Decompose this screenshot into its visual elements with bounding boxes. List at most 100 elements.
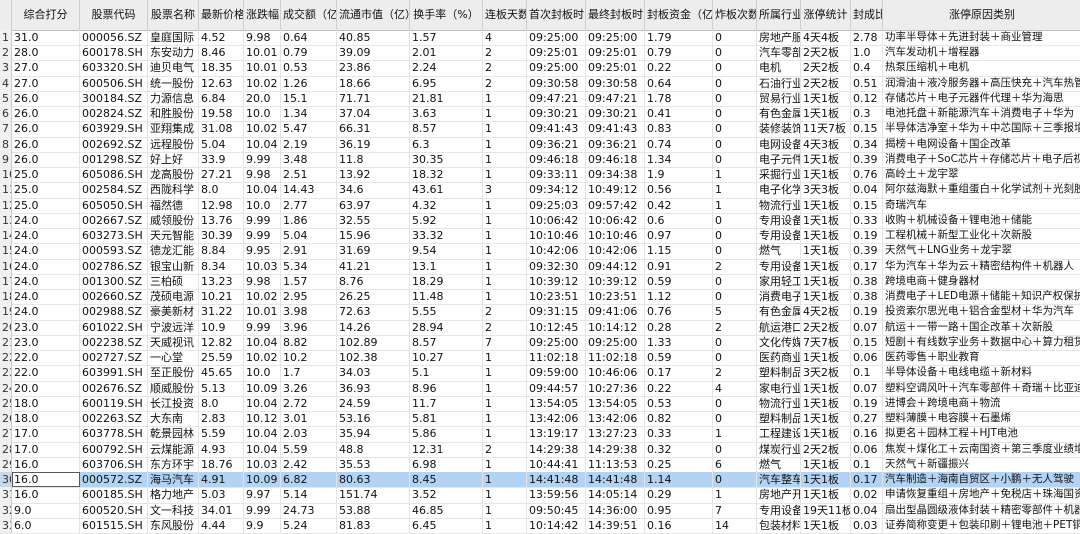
cell-burst[interactable]: 0 <box>713 273 757 290</box>
cell-stat[interactable]: 1天1板 <box>801 426 851 442</box>
cell-turnover[interactable]: 6.45 <box>410 517 483 533</box>
cell-first[interactable]: 09:31:15 <box>527 304 586 320</box>
cell-ratio[interactable]: 0.06 <box>851 350 883 366</box>
cell-mcap[interactable]: 14.26 <box>337 319 410 335</box>
cell-last[interactable]: 10:23:51 <box>586 289 645 305</box>
cell-last[interactable]: 09:41:43 <box>586 121 645 137</box>
cell-amt[interactable]: 2.95 <box>281 289 337 305</box>
cell-score[interactable]: 26.0 <box>12 121 80 137</box>
cell-days[interactable]: 2 <box>483 45 527 61</box>
cell-amt[interactable]: 3.01 <box>281 411 337 427</box>
cell-chg[interactable]: 10.04 <box>244 441 281 457</box>
cell-chg[interactable]: 10.04 <box>244 136 281 152</box>
cell-seal[interactable]: 1.14 <box>645 472 713 488</box>
cell-code[interactable]: 002988.SZ <box>80 304 148 320</box>
table-row[interactable]: 2023.0601022.SH宁波远洋10.99.993.9614.2628.9… <box>0 319 1080 336</box>
cell-first[interactable]: 13:42:06 <box>527 411 586 427</box>
column-header-name[interactable]: 股票名称 <box>148 0 199 30</box>
cell-mcap[interactable]: 71.71 <box>337 90 410 107</box>
cell-days[interactable]: 1 <box>483 456 527 473</box>
cell-ratio[interactable]: 0.07 <box>851 319 883 335</box>
cell-days[interactable]: 1 <box>483 136 527 152</box>
cell-name[interactable]: 宁波远洋 <box>148 319 199 335</box>
cell-name[interactable]: 长江投资 <box>148 395 199 412</box>
cell-mcap[interactable]: 66.31 <box>337 121 410 137</box>
cell-industry[interactable]: 专用设备 <box>757 502 801 518</box>
cell-score[interactable]: 26.0 <box>12 106 80 122</box>
cell-score[interactable]: 25.0 <box>12 197 80 213</box>
cell-turnover[interactable]: 4.32 <box>410 197 483 213</box>
cell-seal[interactable]: 0.83 <box>645 121 713 137</box>
cell-amt[interactable]: 2.91 <box>281 243 337 259</box>
cell-reason[interactable]: 半导体设备＋电线电缆＋新材料 <box>883 365 1080 380</box>
cell-stat[interactable]: 1天1板 <box>801 167 851 183</box>
cell-ratio[interactable]: 0.33 <box>851 212 883 229</box>
cell-name[interactable]: 一心堂 <box>148 350 199 366</box>
cell-amt[interactable]: 5.34 <box>281 258 337 274</box>
row-index[interactable]: 15 <box>0 243 12 259</box>
cell-price[interactable]: 4.44 <box>199 517 244 533</box>
cell-amt[interactable]: 5.59 <box>281 441 337 457</box>
cell-name[interactable]: 亚翔集成 <box>148 121 199 137</box>
row-index[interactable]: 32 <box>0 502 12 518</box>
cell-burst[interactable]: 1 <box>713 182 757 198</box>
cell-last[interactable]: 11:13:53 <box>586 456 645 473</box>
row-index[interactable]: 5 <box>0 90 12 107</box>
cell-first[interactable]: 09:47:21 <box>527 90 586 107</box>
row-index[interactable]: 23 <box>0 365 12 381</box>
cell-amt[interactable]: 5.04 <box>281 228 337 244</box>
cell-burst[interactable]: 1 <box>713 197 757 213</box>
cell-code[interactable]: 002824.SZ <box>80 106 148 122</box>
cell-price[interactable]: 18.76 <box>199 456 244 473</box>
cell-mcap[interactable]: 34.03 <box>337 365 410 381</box>
cell-days[interactable]: 1 <box>483 517 527 533</box>
cell-burst[interactable]: 1 <box>713 426 757 442</box>
column-header-score[interactable]: 综合打分 <box>12 0 80 30</box>
cell-days[interactable]: 2 <box>483 304 527 320</box>
cell-industry[interactable]: 塑料制品 <box>757 365 801 381</box>
cell-code[interactable]: 002263.SZ <box>80 411 148 427</box>
cell-reason[interactable]: 短剧＋有线数字业务＋数据中心＋算力租赁 <box>883 335 1080 350</box>
cell-reason[interactable]: 进博会＋跨境电商＋物流 <box>883 396 1080 411</box>
cell-stat[interactable]: 2天2板 <box>801 75 851 91</box>
row-index[interactable]: 12 <box>0 197 12 213</box>
cell-amt[interactable]: 2.03 <box>281 426 337 442</box>
cell-last[interactable]: 10:39:12 <box>586 273 645 290</box>
row-index[interactable]: 1 <box>0 30 12 46</box>
cell-ratio[interactable]: 0.76 <box>851 167 883 183</box>
cell-name[interactable]: 皇庭国际 <box>148 30 199 46</box>
cell-days[interactable]: 1 <box>483 243 527 259</box>
cell-reason[interactable]: 天然气＋新疆振兴 <box>883 457 1080 472</box>
cell-last[interactable]: 09:25:00 <box>586 30 645 46</box>
cell-first[interactable]: 09:36:21 <box>527 136 586 152</box>
cell-last[interactable]: 09:44:12 <box>586 258 645 274</box>
table-row[interactable]: 2123.0002238.SZ天威视讯12.8210.048.82102.898… <box>0 334 1080 352</box>
cell-score[interactable]: 17.0 <box>12 426 80 442</box>
row-index[interactable]: 10 <box>0 167 12 183</box>
cell-code[interactable]: 002786.SZ <box>80 258 148 274</box>
cell-last[interactable]: 09:30:21 <box>586 106 645 122</box>
column-header-ratio[interactable]: 封成比 <box>851 0 883 30</box>
cell-turnover[interactable]: 11.7 <box>410 395 483 412</box>
cell-days[interactable]: 1 <box>483 273 527 290</box>
cell-amt[interactable]: 0.53 <box>281 60 337 76</box>
cell-reason[interactable]: 功率半导体＋先进封装＋商业管理 <box>883 30 1080 45</box>
cell-turnover[interactable]: 8.96 <box>410 380 483 396</box>
cell-industry[interactable]: 有色金属 <box>757 304 801 320</box>
cell-last[interactable]: 14:29:38 <box>586 441 645 457</box>
table-row[interactable]: 2 28.0 600178.SH 东安动力 8.46 10.01 0.79 39.09 2.01… <box>0 45 1080 62</box>
cell-code[interactable]: 000572.SZ <box>80 472 148 488</box>
table-row[interactable]: 2618.0002263.SZ大东南2.8310.123.0153.165.81… <box>0 411 1080 428</box>
cell-stat[interactable]: 1天1板 <box>801 395 851 412</box>
cell-days[interactable]: 1 <box>483 502 527 518</box>
cell-seal[interactable]: 0.79 <box>645 45 713 61</box>
cell-price[interactable]: 5.59 <box>199 426 244 442</box>
column-header-turnover[interactable]: 换手率（%） <box>410 0 483 30</box>
cell-first[interactable]: 13:59:56 <box>527 487 586 503</box>
cell-industry[interactable]: 专用设备 <box>757 258 801 274</box>
table-row[interactable]: 1624.0002786.SZ银宝山新8.3410.035.3441.2113.… <box>0 258 1080 275</box>
cell-industry[interactable]: 电子元件 <box>757 151 801 168</box>
table-row[interactable]: 1 31.0 000056.SZ 皇庭国际 4.52 9.98 0.64 40.85 1.57 4… <box>0 30 1080 47</box>
cell-turnover[interactable]: 12.31 <box>410 441 483 457</box>
row-index[interactable]: 4 <box>0 75 12 91</box>
